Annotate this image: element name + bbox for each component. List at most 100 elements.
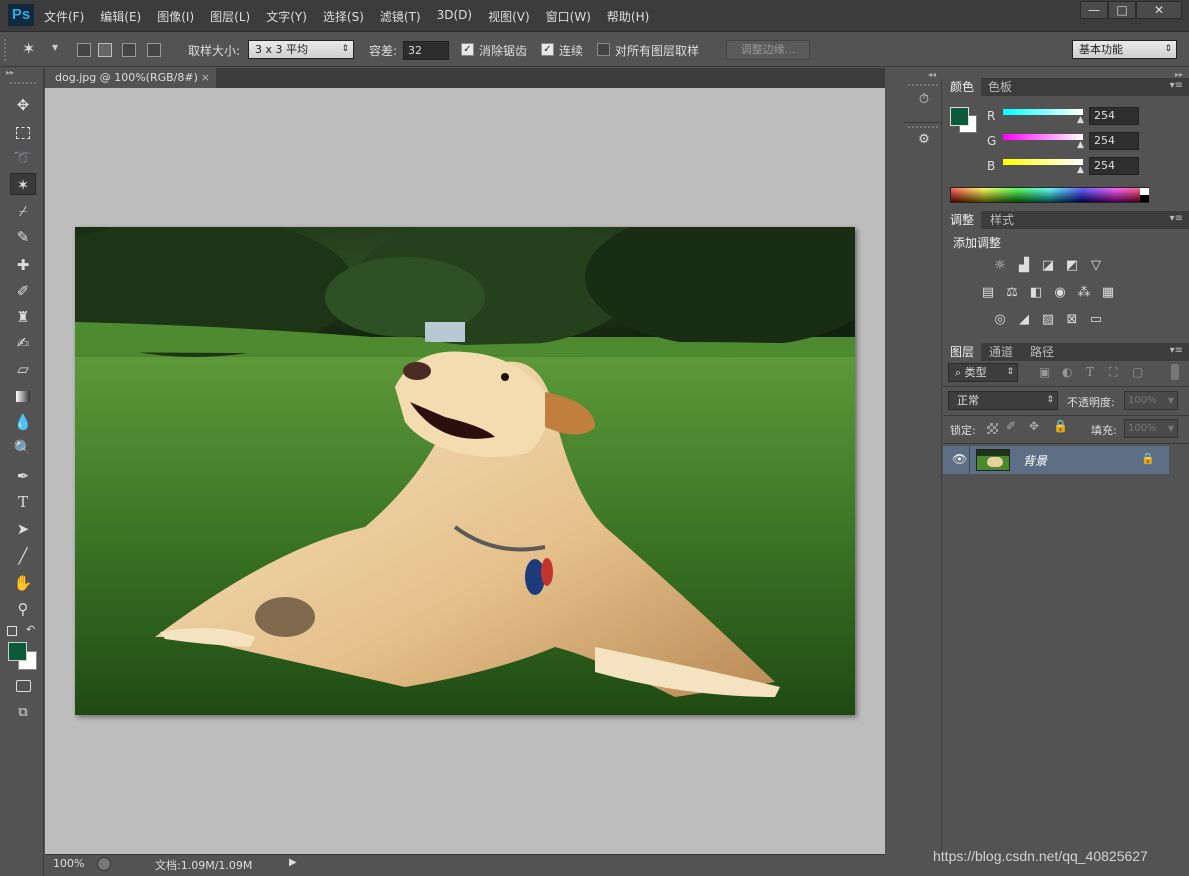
blend-mode-select[interactable]: 正常 ⇕ [948, 391, 1058, 410]
slider-handle-icon[interactable]: ▲ [1077, 115, 1084, 125]
clone-stamp-tool-icon[interactable]: ♜ [10, 306, 36, 328]
antialias-checkbox[interactable]: ✓ [461, 43, 474, 56]
move-tool-icon[interactable]: ✥ [10, 94, 36, 116]
layer-filter-select[interactable]: ⌕ 类型 ⇕ [948, 363, 1018, 382]
properties-panel-icon[interactable]: ⚙ [912, 132, 936, 154]
document-image[interactable] [75, 227, 855, 715]
selective-color-icon[interactable]: ⊠ [1063, 312, 1081, 328]
invert-icon[interactable]: ◎ [991, 312, 1009, 328]
menu-layer[interactable]: 图层(L) [210, 8, 250, 25]
eye-icon[interactable]: 👁 [952, 452, 967, 466]
panel-menu-icon[interactable]: ▾≡ [1170, 80, 1183, 91]
fill-input[interactable]: 100% ▼ [1124, 419, 1178, 438]
zoom-tool-icon[interactable]: ⚲ [10, 598, 36, 620]
levels-icon[interactable]: ▟ [1015, 258, 1033, 274]
sample-size-select[interactable]: 3 x 3 平均 ⇕ [248, 40, 354, 59]
slider-handle-icon[interactable]: ▲ [1077, 165, 1084, 175]
zoom-level[interactable]: 100% [53, 857, 84, 870]
menu-window[interactable]: 窗口(W) [546, 8, 591, 25]
refine-edge-button[interactable]: 调整边缘... [726, 40, 810, 60]
pen-tool-icon[interactable]: ✒ [10, 465, 36, 487]
workspace-select[interactable]: 基本功能 ⇕ [1072, 40, 1177, 59]
g-value-input[interactable]: 254 [1089, 132, 1139, 150]
history-panel-icon[interactable]: ⏱ [912, 92, 936, 114]
photo-filter-icon[interactable]: ◉ [1051, 285, 1069, 301]
menu-edit[interactable]: 编辑(E) [100, 8, 141, 25]
filter-shape-icon[interactable]: ⛶ [1109, 365, 1117, 380]
menu-filter[interactable]: 滤镜(T) [380, 8, 421, 25]
filter-type-icon[interactable]: T [1086, 365, 1094, 379]
menu-image[interactable]: 图像(I) [157, 8, 194, 25]
eyedropper-tool-icon[interactable]: ✎ [10, 226, 36, 248]
path-selection-tool-icon[interactable]: ➤ [10, 518, 36, 540]
crop-tool-icon[interactable]: ⌿ [10, 200, 36, 222]
panel-menu-icon[interactable]: ▾≡ [1170, 345, 1183, 356]
history-brush-tool-icon[interactable]: ✍ [10, 332, 36, 354]
filter-adjustment-icon[interactable]: ◐ [1062, 365, 1072, 379]
quick-mask-icon[interactable] [10, 674, 36, 696]
menu-view[interactable]: 视图(V) [488, 8, 530, 25]
g-slider[interactable] [1003, 134, 1083, 140]
sample-all-layers-checkbox[interactable] [597, 43, 610, 56]
status-menu-arrow-icon[interactable]: ▶ [289, 857, 297, 868]
tab-swatches[interactable]: 色板 [981, 78, 1019, 96]
lock-position-icon[interactable]: ✥ [1029, 419, 1039, 433]
black-white-icon[interactable]: ◧ [1027, 285, 1045, 301]
minimize-button[interactable]: — [1080, 1, 1108, 19]
filter-toggle[interactable] [1171, 364, 1179, 380]
tab-styles[interactable]: 样式 [983, 211, 1021, 229]
tab-adjustments[interactable]: 调整 [943, 211, 982, 229]
panel-menu-icon[interactable]: ▾≡ [1170, 213, 1183, 224]
lasso-tool-icon[interactable]: ➰ [10, 147, 36, 169]
lock-transparent-icon[interactable] [987, 423, 998, 434]
lock-all-icon[interactable]: 🔒 [1053, 419, 1068, 433]
layer-row-background[interactable]: 👁 背景 🔒 [943, 446, 1169, 474]
menu-3d[interactable]: 3D(D) [437, 8, 472, 25]
channel-mixer-icon[interactable]: ⁂ [1075, 285, 1093, 301]
add-to-selection-icon[interactable] [98, 43, 112, 57]
foreground-color-swatch[interactable] [8, 642, 27, 661]
r-value-input[interactable]: 254 [1089, 107, 1139, 125]
curves-icon[interactable]: ◪ [1039, 258, 1057, 274]
opacity-input[interactable]: 100% ▼ [1124, 391, 1178, 410]
b-value-input[interactable]: 254 [1089, 157, 1139, 175]
color-lookup-icon[interactable]: ▦ [1099, 285, 1117, 301]
color-balance-icon[interactable]: ⚖ [1003, 285, 1021, 301]
tab-color[interactable]: 颜色 [943, 78, 982, 96]
subtract-selection-icon[interactable] [122, 43, 136, 57]
brightness-contrast-icon[interactable]: ☼ [991, 258, 1009, 274]
healing-brush-tool-icon[interactable]: ✚ [10, 254, 36, 276]
slider-handle-icon[interactable]: ▲ [1077, 140, 1084, 150]
menu-type[interactable]: 文字(Y) [266, 8, 307, 25]
tab-layers[interactable]: 图层 [943, 343, 982, 361]
tab-channels[interactable]: 通道 [982, 343, 1020, 361]
contiguous-checkbox[interactable]: ✓ [541, 43, 554, 56]
chevron-down-icon[interactable]: ▼ [52, 43, 58, 52]
black-swatch[interactable] [1140, 195, 1149, 202]
color-spectrum-bar[interactable] [950, 187, 1149, 203]
type-tool-icon[interactable]: T [10, 491, 36, 513]
screen-mode-icon[interactable]: ⧉ [10, 702, 36, 724]
line-tool-icon[interactable]: ╱ [10, 545, 36, 567]
document-tab[interactable]: dog.jpg @ 100%(RGB/8#) × [45, 68, 216, 88]
vibrance-icon[interactable]: ▽ [1087, 258, 1105, 274]
filter-smart-object-icon[interactable]: ▢ [1132, 365, 1143, 379]
b-slider[interactable] [1003, 159, 1083, 165]
marquee-tool-icon[interactable] [10, 121, 36, 143]
filter-pixel-icon[interactable]: ▣ [1039, 365, 1050, 379]
swap-colors-icon[interactable]: ↶ [26, 623, 35, 636]
tab-paths[interactable]: 路径 [1023, 343, 1061, 361]
maximize-button[interactable]: □ [1108, 1, 1136, 19]
exposure-icon[interactable]: ◩ [1063, 258, 1081, 274]
blur-tool-icon[interactable]: 💧 [10, 411, 36, 433]
white-swatch[interactable] [1140, 188, 1149, 195]
eraser-tool-icon[interactable]: ▱ [10, 358, 36, 380]
menu-help[interactable]: 帮助(H) [607, 8, 649, 25]
hand-tool-icon[interactable]: ✋ [10, 572, 36, 594]
gradient-map-icon[interactable]: ▭ [1087, 312, 1105, 328]
magic-wand-tool-preset-icon[interactable]: ✶ [22, 39, 35, 58]
dodge-tool-icon[interactable]: 🔍 [10, 437, 36, 459]
collapse-arrows-icon[interactable]: ▸▸ [6, 68, 14, 77]
posterize-icon[interactable]: ◢ [1015, 312, 1033, 328]
status-info-icon[interactable] [97, 857, 111, 871]
